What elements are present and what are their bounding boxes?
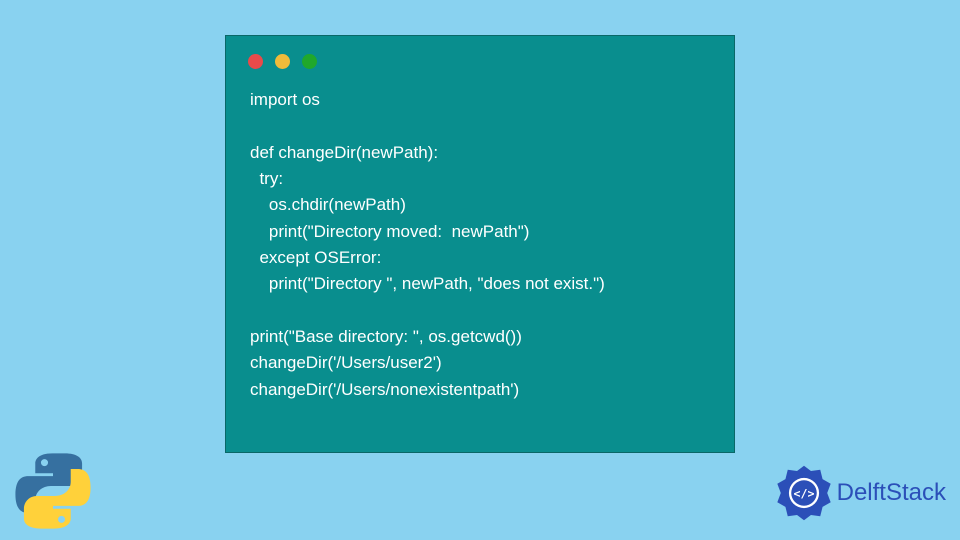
- code-window: import os def changeDir(newPath): try: o…: [225, 35, 735, 453]
- code-line: import os: [250, 90, 320, 109]
- code-line: try:: [250, 169, 283, 188]
- close-icon: [248, 54, 263, 69]
- minimize-icon: [275, 54, 290, 69]
- delftstack-brand-text: DelftStack: [837, 479, 946, 507]
- code-line: def changeDir(newPath):: [250, 143, 438, 162]
- delftstack-badge-icon: </>: [775, 464, 833, 522]
- code-line: print("Directory moved: newPath"): [250, 222, 529, 241]
- window-controls: [226, 36, 734, 79]
- code-line: print("Base directory: ", os.getcwd()): [250, 327, 522, 346]
- code-content: import os def changeDir(newPath): try: o…: [226, 79, 734, 423]
- code-line: os.chdir(newPath): [250, 195, 406, 214]
- code-line: changeDir('/Users/nonexistentpath'): [250, 380, 519, 399]
- code-line: except OSError:: [250, 248, 381, 267]
- svg-text:</>: </>: [793, 487, 814, 501]
- python-logo-icon: [14, 452, 92, 530]
- code-line: changeDir('/Users/user2'): [250, 353, 442, 372]
- maximize-icon: [302, 54, 317, 69]
- delftstack-logo: </> DelftStack: [775, 464, 946, 522]
- code-line: print("Directory ", newPath, "does not e…: [250, 274, 605, 293]
